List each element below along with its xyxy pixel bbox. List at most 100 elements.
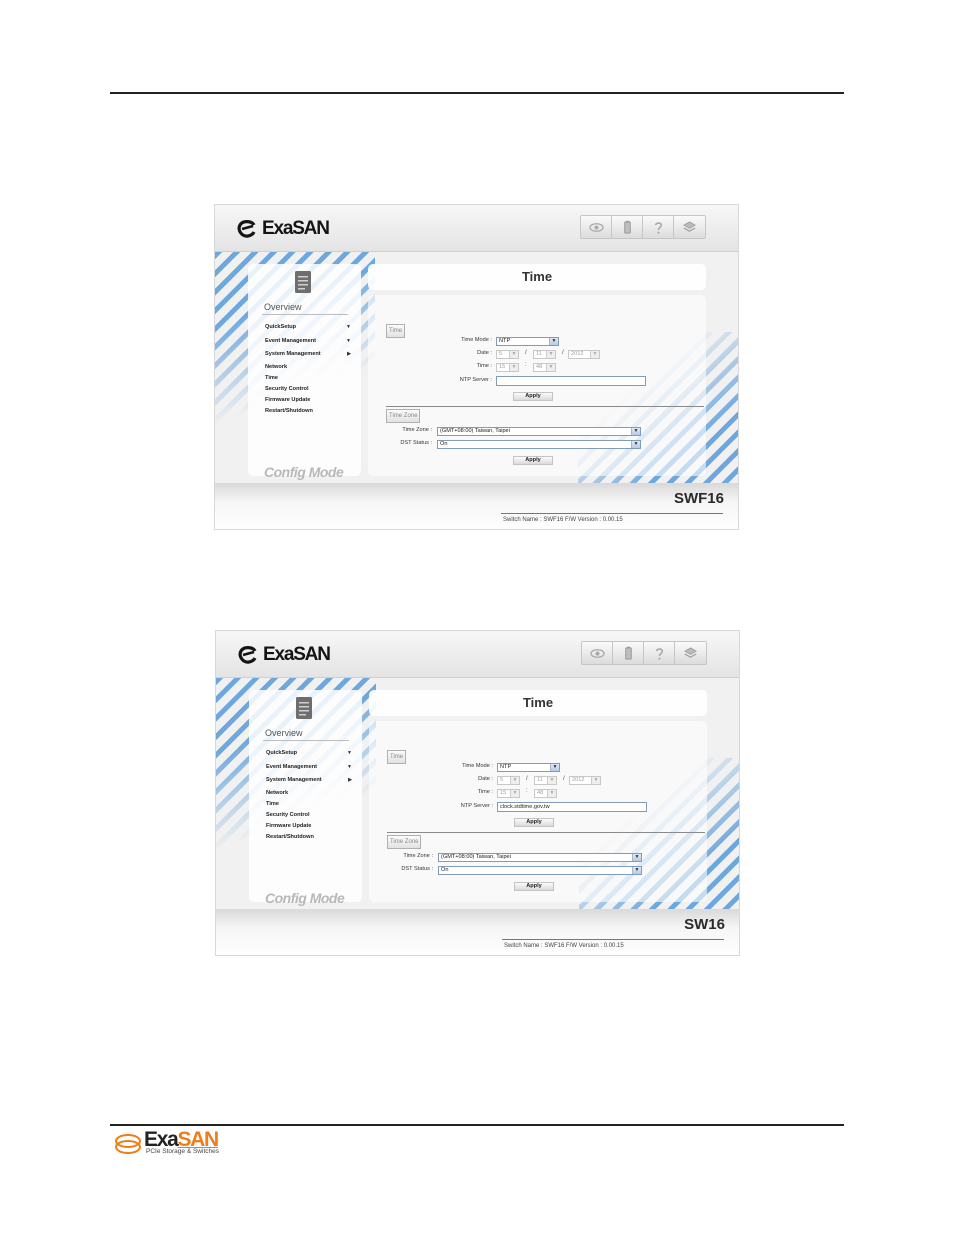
date-day-select[interactable]: 11 ▼ [534, 776, 557, 785]
sidebar-item-firmware-update[interactable]: Firmware Update [265, 395, 355, 406]
ntp-server-input[interactable]: clock.stdtime.gov.tw [497, 802, 647, 812]
date-separator: / [525, 350, 527, 356]
exasan-logo-icon [237, 220, 256, 238]
section-divider [387, 832, 705, 833]
battery-icon[interactable] [612, 216, 643, 238]
date-label: Date : [478, 776, 493, 782]
sidebar-item-firmware-update[interactable]: Firmware Update [266, 821, 356, 832]
layers-icon[interactable] [675, 642, 706, 664]
date-year-select[interactable]: 2012 ▼ [569, 776, 601, 785]
date-day-select[interactable]: 11 ▼ [533, 350, 556, 359]
eye-icon[interactable] [581, 216, 612, 238]
ntp-server-input[interactable] [496, 376, 646, 386]
page-title: Time [522, 695, 554, 710]
toolbar-icons [580, 215, 706, 239]
chevron-down-icon: ▼ [632, 867, 641, 874]
chevron-down-icon: ▼ [546, 351, 555, 358]
time-zone-select[interactable]: (GMT+08:00) Taiwan, Taipei ▼ [437, 427, 641, 436]
eye-icon[interactable] [582, 642, 613, 664]
chevron-down-icon: ▼ [546, 364, 555, 371]
battery-icon[interactable] [613, 642, 644, 664]
page-title: Time [521, 269, 553, 284]
config-mode-label: Config Mode [265, 890, 345, 906]
firmware-info: Switch Name : SWF16 F/W Version : 0.00.1… [503, 517, 623, 523]
chevron-down-icon: ▼ [590, 351, 599, 358]
chevron-down-icon: ▼ [549, 338, 558, 345]
apply-time-button[interactable]: Apply [514, 818, 554, 827]
config-mode-label: Config Mode [264, 464, 344, 480]
sidebar-item-network[interactable]: Network [266, 788, 356, 799]
sidebar: Overview QuickSetup ▼ Event Management ▼ S… [249, 690, 362, 906]
screenshot-sw16: ExaSAN Overview QuickSetup ▼ Event Manag… [215, 630, 740, 956]
time-hour-select[interactable]: 15 ▼ [496, 363, 519, 372]
dst-status-label: DST Status : [401, 866, 433, 872]
sidebar-item-time[interactable]: Time [265, 373, 355, 384]
date-year-select[interactable]: 2012 ▼ [568, 350, 600, 359]
logo-text: ExaSAN [263, 644, 331, 665]
chevron-down-icon: ▼ [346, 324, 351, 330]
sidebar-item-event-management[interactable]: Event Management ▼ [266, 761, 356, 775]
chevron-down-icon: ▼ [547, 777, 556, 784]
help-icon[interactable] [644, 642, 675, 664]
document-icon [296, 697, 312, 719]
time-mode-select[interactable]: NTP ▼ [496, 337, 559, 346]
sidebar-item-event-management[interactable]: Event Management ▼ [265, 335, 355, 349]
chevron-down-icon: ▼ [550, 764, 559, 771]
sidebar-item-quicksetup[interactable]: QuickSetup ▼ [266, 747, 356, 761]
time-section-button[interactable]: Time [386, 324, 406, 338]
content-area: Overview QuickSetup ▼ Event Management ▼ S… [215, 252, 738, 483]
overview-link[interactable]: Overview [264, 302, 302, 312]
sidebar-item-security-control[interactable]: Security Control [265, 384, 355, 395]
toolbar-icons [581, 641, 707, 665]
time-zone-section-button[interactable]: Time Zone [387, 835, 422, 849]
dst-status-select[interactable]: On ▼ [437, 440, 641, 449]
apply-time-button[interactable]: Apply [513, 392, 553, 401]
time-section-button[interactable]: Time [387, 750, 407, 764]
time-hour-select[interactable]: 15 ▼ [497, 789, 520, 798]
chevron-right-icon: ▶ [347, 351, 351, 357]
apply-time-zone-button[interactable]: Apply [513, 456, 553, 465]
sidebar-item-restart-shutdown[interactable]: Restart/Shutdown [265, 406, 355, 417]
sidebar-menu: QuickSetup ▼ Event Management ▼ System Man… [266, 747, 356, 843]
sidebar-item-restart-shutdown[interactable]: Restart/Shutdown [266, 832, 356, 843]
firmware-info: Switch Name : SWF16 F/W Version : 0.00.1… [504, 943, 624, 949]
time-minute-select[interactable]: 48 ▼ [534, 789, 557, 798]
sidebar-item-system-management[interactable]: System Management ▶ [265, 348, 355, 362]
chevron-down-icon: ▼ [547, 790, 556, 797]
chevron-down-icon: ▼ [632, 854, 641, 861]
document-icon [295, 271, 311, 293]
time-label: Time : [476, 363, 492, 369]
time-zone-select[interactable]: (GMT+08:00) Taiwan, Taipei ▼ [438, 853, 642, 862]
date-month-select[interactable]: 5 ▼ [497, 776, 520, 785]
time-mode-label: Time Mode : [461, 337, 492, 343]
chevron-down-icon: ▼ [509, 364, 518, 371]
app-footer: SW16 Switch Name : SWF16 F/W Version : 0… [216, 909, 739, 955]
sidebar-item-time[interactable]: Time [266, 799, 356, 810]
exasan-brand-logo: ExaSAN PCIe Storage & Switches [114, 1128, 224, 1160]
page-title-panel: Time [368, 264, 706, 290]
apply-time-zone-button[interactable]: Apply [514, 882, 554, 891]
help-icon[interactable] [643, 216, 674, 238]
layers-icon[interactable] [674, 216, 705, 238]
chevron-down-icon: ▼ [509, 351, 518, 358]
chevron-right-icon: ▶ [348, 777, 352, 783]
dst-status-label: DST Status : [400, 440, 432, 446]
footer-rule [110, 1124, 844, 1126]
chevron-down-icon: ▼ [631, 428, 640, 435]
time-mode-select[interactable]: NTP ▼ [497, 763, 560, 772]
overview-link[interactable]: Overview [265, 728, 303, 738]
date-month-select[interactable]: 5 ▼ [496, 350, 519, 359]
page-title-panel: Time [369, 690, 707, 716]
exasan-ring-icon [115, 1134, 141, 1154]
time-minute-select[interactable]: 48 ▼ [533, 363, 556, 372]
sidebar-menu: QuickSetup ▼ Event Management ▼ System Man… [265, 321, 355, 417]
sidebar-item-system-management[interactable]: System Management ▶ [266, 774, 356, 788]
date-separator: / [562, 350, 564, 356]
date-separator: / [563, 776, 565, 782]
time-zone-label: Time Zone : [403, 853, 433, 859]
time-zone-section-button[interactable]: Time Zone [386, 409, 421, 423]
sidebar-item-security-control[interactable]: Security Control [266, 810, 356, 821]
sidebar-item-quicksetup[interactable]: QuickSetup ▼ [265, 321, 355, 335]
sidebar-item-network[interactable]: Network [265, 362, 355, 373]
dst-status-select[interactable]: On ▼ [438, 866, 642, 875]
